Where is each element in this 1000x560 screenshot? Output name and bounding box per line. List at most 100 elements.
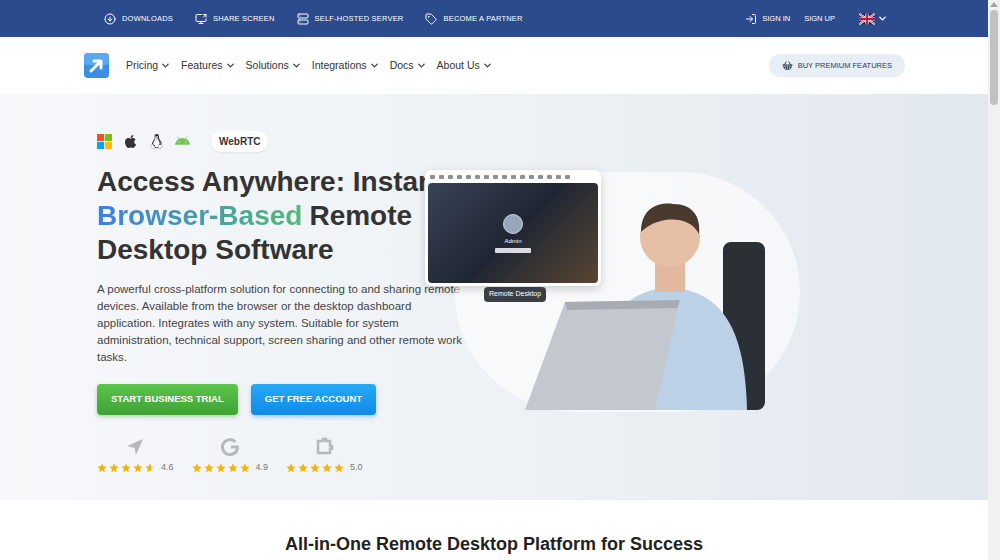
logo-icon[interactable]	[84, 53, 109, 78]
features-section: All-in-One Remote Desktop Platform for S…	[0, 500, 988, 560]
ratings: 4.6 4.9 5.0	[97, 437, 415, 475]
link-icon	[104, 13, 116, 25]
star-icon	[322, 463, 332, 473]
page: DOWNLOADS SHARE SCREEN SELF-HOSTED SERVER B…	[0, 0, 1000, 560]
star-icon	[204, 463, 214, 473]
remote-desktop-window: Admin	[425, 170, 601, 286]
toolbar-icon	[565, 175, 570, 179]
user-avatar-icon	[503, 214, 523, 234]
rating-score: 5.0	[350, 461, 363, 475]
webrtc-badge: WebRTC	[211, 131, 268, 152]
business-trial-button[interactable]: START BUSINESS TRIAL	[97, 384, 238, 415]
toolbar-icon	[439, 175, 444, 179]
star-icon	[216, 463, 226, 473]
toolbar-icon	[520, 175, 525, 179]
star-icon	[286, 463, 296, 473]
hero: WebRTC Access Anywhere: InstantBrowser-Ba…	[0, 94, 988, 500]
windows-icon	[97, 134, 112, 149]
uk-flag-icon	[859, 13, 875, 25]
password-field	[495, 248, 531, 253]
toolbar-icon	[475, 175, 480, 179]
link-icon	[425, 13, 437, 25]
toolbar-icon	[457, 175, 462, 179]
free-account-button[interactable]: GET FREE ACCOUNT	[251, 384, 376, 415]
star-icon	[192, 463, 202, 473]
rating: 4.9	[192, 437, 269, 475]
top-link[interactable]: SHARE SCREEN	[195, 13, 275, 25]
window-toolbar	[428, 173, 598, 181]
toolbar-icon	[466, 175, 471, 179]
sign-in-icon	[745, 13, 757, 25]
capterra-icon	[125, 437, 145, 457]
scrollbar[interactable]	[988, 0, 1000, 560]
link-icon	[195, 13, 207, 25]
nav-item[interactable]: Integrations	[312, 58, 380, 74]
sign-in-link[interactable]: SIGN IN	[745, 13, 790, 25]
platform-row: WebRTC	[97, 132, 415, 150]
toolbar-icon	[511, 175, 516, 179]
star-icon	[334, 463, 344, 473]
remote-screen: Admin	[428, 183, 598, 283]
chevron-icon	[482, 60, 493, 71]
toolbar-icon	[538, 175, 543, 179]
toolbar-icon	[430, 175, 435, 179]
hero-description: A powerful cross-platform solution for c…	[97, 281, 465, 366]
toolbar-icon	[484, 175, 489, 179]
nav-bar: Pricing Features Solutions Integrations Docs…	[0, 37, 988, 94]
android-icon	[175, 134, 190, 149]
language-selector[interactable]	[859, 13, 888, 25]
nav-item[interactable]: Features	[181, 58, 235, 74]
nav-item[interactable]: Pricing	[126, 58, 171, 74]
basket-icon	[782, 60, 793, 71]
premium-button[interactable]: BUY PREMIUM FEATURES	[769, 54, 905, 77]
section-title: All-in-One Remote Desktop Platform for S…	[285, 533, 703, 560]
top-bar: DOWNLOADS SHARE SCREEN SELF-HOSTED SERVER B…	[0, 0, 988, 37]
chevron-icon	[225, 60, 236, 71]
chevron-icon	[416, 60, 427, 71]
remote-desktop-label: Remote Desktop	[484, 287, 546, 302]
star-icon	[121, 463, 131, 473]
hero-buttons: START BUSINESS TRIAL GET FREE ACCOUNT	[97, 384, 415, 415]
hero-title: Access Anywhere: InstantBrowser-BasedRem…	[97, 165, 415, 267]
rating-score: 4.9	[256, 461, 269, 475]
star-icon	[109, 463, 119, 473]
toolbar-icon	[547, 175, 552, 179]
star-icon	[298, 463, 308, 473]
rating: 4.6	[97, 437, 174, 475]
toolbar-icon	[493, 175, 498, 179]
main: DOWNLOADS SHARE SCREEN SELF-HOSTED SERVER B…	[0, 0, 988, 560]
toolbar-icon	[502, 175, 507, 179]
star-icon	[97, 463, 107, 473]
login-user: Admin	[504, 237, 521, 245]
toolbar-icon	[556, 175, 561, 179]
nav-item[interactable]: About Us	[437, 58, 493, 74]
apple-icon	[123, 134, 138, 149]
scrollbar-thumb[interactable]	[990, 10, 998, 105]
sign-up-link[interactable]: SIGN UP	[804, 13, 835, 24]
star-icon	[310, 463, 320, 473]
nav-item[interactable]: Solutions	[246, 58, 302, 74]
star-icon	[240, 463, 250, 473]
star-icon	[228, 463, 238, 473]
top-link[interactable]: DOWNLOADS	[104, 13, 173, 25]
chevron-icon	[369, 60, 380, 71]
rating-score: 4.6	[161, 461, 174, 475]
title-highlight: Browser-Based	[97, 200, 302, 231]
star-icon	[133, 463, 143, 473]
top-link[interactable]: SELF-HOSTED SERVER	[297, 13, 404, 25]
toolbar-icon	[448, 175, 453, 179]
hero-content: WebRTC Access Anywhere: InstantBrowser-Ba…	[0, 94, 415, 500]
linux-icon	[149, 134, 164, 149]
toolbar-icon	[529, 175, 534, 179]
nav-item[interactable]: Docs	[390, 58, 427, 74]
top-link[interactable]: BECOME A PARTNER	[425, 13, 522, 25]
hero-visual: Admin Remote Desktop	[415, 94, 988, 500]
link-icon	[297, 13, 309, 25]
rating: 5.0	[286, 437, 363, 475]
star-icon	[145, 463, 155, 473]
chevron-icon	[160, 60, 171, 71]
review-site-icon	[314, 437, 334, 457]
chevron-icon	[291, 60, 302, 71]
scroll-up-icon[interactable]	[990, 2, 998, 7]
g2-icon	[220, 437, 240, 457]
